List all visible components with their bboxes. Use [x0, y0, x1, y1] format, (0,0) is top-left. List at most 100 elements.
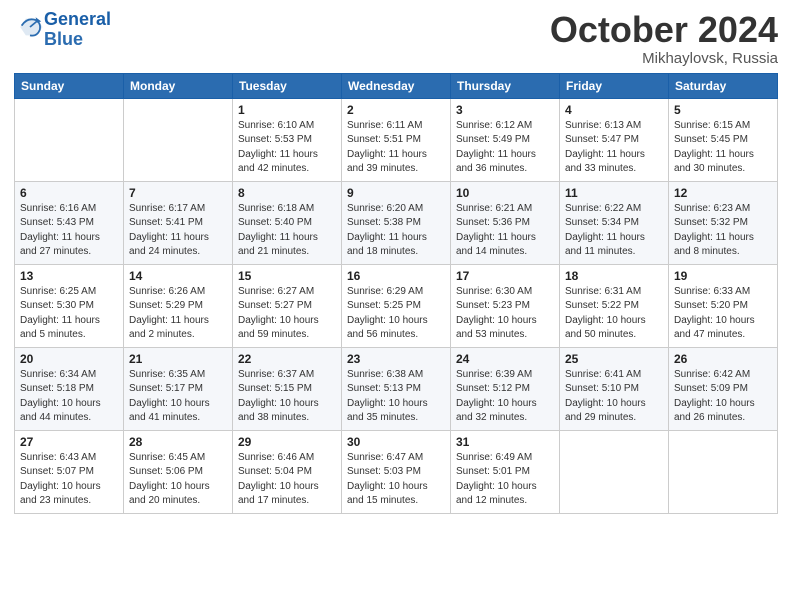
day-info: Sunrise: 6:41 AMSunset: 5:10 PMDaylight:…	[565, 368, 663, 426]
table-row: 6Sunrise: 6:16 AMSunset: 5:43 PMDaylight…	[15, 181, 124, 264]
day-info: Sunrise: 6:45 AMSunset: 5:06 PMDaylight:…	[129, 451, 227, 509]
table-row: 18 Sunrise: 6:31 AMSunset: 5:22 PMDayligh…	[560, 264, 669, 347]
day-info: Sunrise: 6:13 AMSunset: 5:47 PMDaylight:…	[565, 119, 663, 177]
page-container: General Blue October 2024 Mikhaylovsk, R…	[0, 0, 792, 520]
table-row: 3 Sunrise: 6:12 AMSunset: 5:49 PMDaylight…	[451, 98, 560, 181]
day-number: 3	[456, 103, 554, 117]
day-number: 25	[565, 352, 663, 366]
day-info: Sunrise: 6:38 AMSunset: 5:13 PMDaylight:…	[347, 368, 445, 426]
day-info: Sunrise: 6:26 AMSunset: 5:29 PMDaylight:…	[129, 285, 227, 343]
table-row: 23 Sunrise: 6:38 AMSunset: 5:13 PMDayligh…	[342, 347, 451, 430]
logo-icon	[16, 13, 44, 41]
day-number: 19	[674, 269, 772, 283]
table-row: 27 Sunrise: 6:43 AMSunset: 5:07 PMDayligh…	[15, 430, 124, 513]
day-info: Sunrise: 6:43 AMSunset: 5:07 PMDaylight:…	[20, 451, 118, 509]
table-row: 1Sunrise: 6:10 AMSunset: 5:53 PMDaylight…	[233, 98, 342, 181]
calendar-week-2: 6Sunrise: 6:16 AMSunset: 5:43 PMDaylight…	[15, 181, 778, 264]
table-row: 4 Sunrise: 6:13 AMSunset: 5:47 PMDaylight…	[560, 98, 669, 181]
calendar-week-3: 13Sunrise: 6:25 AMSunset: 5:30 PMDayligh…	[15, 264, 778, 347]
day-number: 2	[347, 103, 445, 117]
title-block: October 2024 Mikhaylovsk, Russia	[550, 10, 778, 67]
table-row: 19 Sunrise: 6:33 AMSunset: 5:20 PMDayligh…	[669, 264, 778, 347]
table-row: 20Sunrise: 6:34 AMSunset: 5:18 PMDayligh…	[15, 347, 124, 430]
col-wednesday: Wednesday	[342, 73, 451, 98]
table-row: 29Sunrise: 6:46 AMSunset: 5:04 PMDayligh…	[233, 430, 342, 513]
day-number: 22	[238, 352, 336, 366]
table-row: 16 Sunrise: 6:29 AMSunset: 5:25 PMDayligh…	[342, 264, 451, 347]
table-row: 15 Sunrise: 6:27 AMSunset: 5:27 PMDayligh…	[233, 264, 342, 347]
day-number: 5	[674, 103, 772, 117]
day-number: 15	[238, 269, 336, 283]
table-row	[124, 98, 233, 181]
table-row: 26 Sunrise: 6:42 AMSunset: 5:09 PMDayligh…	[669, 347, 778, 430]
table-row: 7 Sunrise: 6:17 AMSunset: 5:41 PMDaylight…	[124, 181, 233, 264]
calendar-table: Sunday Monday Tuesday Wednesday Thursday…	[14, 73, 778, 514]
day-info: Sunrise: 6:12 AMSunset: 5:49 PMDaylight:…	[456, 119, 554, 177]
day-info: Sunrise: 6:49 AMSunset: 5:01 PMDaylight:…	[456, 451, 554, 509]
day-number: 18	[565, 269, 663, 283]
day-number: 26	[674, 352, 772, 366]
day-info: Sunrise: 6:42 AMSunset: 5:09 PMDaylight:…	[674, 368, 772, 426]
table-row	[669, 430, 778, 513]
table-row: 8Sunrise: 6:18 AMSunset: 5:40 PMDaylight…	[233, 181, 342, 264]
day-number: 20	[20, 352, 118, 366]
day-info: Sunrise: 6:31 AMSunset: 5:22 PMDaylight:…	[565, 285, 663, 343]
table-row: 24Sunrise: 6:39 AMSunset: 5:12 PMDayligh…	[451, 347, 560, 430]
table-row: 5 Sunrise: 6:15 AMSunset: 5:45 PMDaylight…	[669, 98, 778, 181]
day-number: 12	[674, 186, 772, 200]
calendar-header-row: Sunday Monday Tuesday Wednesday Thursday…	[15, 73, 778, 98]
table-row: 25 Sunrise: 6:41 AMSunset: 5:10 PMDayligh…	[560, 347, 669, 430]
table-row: 13Sunrise: 6:25 AMSunset: 5:30 PMDayligh…	[15, 264, 124, 347]
day-number: 4	[565, 103, 663, 117]
table-row: 28Sunrise: 6:45 AMSunset: 5:06 PMDayligh…	[124, 430, 233, 513]
day-number: 31	[456, 435, 554, 449]
table-row: 11Sunrise: 6:22 AMSunset: 5:34 PMDayligh…	[560, 181, 669, 264]
day-number: 23	[347, 352, 445, 366]
table-row: 10 Sunrise: 6:21 AMSunset: 5:36 PMDayligh…	[451, 181, 560, 264]
table-row	[560, 430, 669, 513]
day-info: Sunrise: 6:29 AMSunset: 5:25 PMDaylight:…	[347, 285, 445, 343]
day-number: 21	[129, 352, 227, 366]
day-info: Sunrise: 6:27 AMSunset: 5:27 PMDaylight:…	[238, 285, 336, 343]
day-number: 10	[456, 186, 554, 200]
day-info: Sunrise: 6:18 AMSunset: 5:40 PMDaylight:…	[238, 202, 336, 260]
table-row: 14 Sunrise: 6:26 AMSunset: 5:29 PMDayligh…	[124, 264, 233, 347]
table-row: 17Sunrise: 6:30 AMSunset: 5:23 PMDayligh…	[451, 264, 560, 347]
logo-general: General	[44, 9, 111, 29]
calendar-week-5: 27 Sunrise: 6:43 AMSunset: 5:07 PMDayligh…	[15, 430, 778, 513]
logo-text: General Blue	[44, 10, 111, 50]
day-number: 1	[238, 103, 336, 117]
day-info: Sunrise: 6:37 AMSunset: 5:15 PMDaylight:…	[238, 368, 336, 426]
month-title: October 2024	[550, 10, 778, 50]
col-saturday: Saturday	[669, 73, 778, 98]
day-info: Sunrise: 6:35 AMSunset: 5:17 PMDaylight:…	[129, 368, 227, 426]
col-friday: Friday	[560, 73, 669, 98]
day-info: Sunrise: 6:46 AMSunset: 5:04 PMDaylight:…	[238, 451, 336, 509]
day-number: 17	[456, 269, 554, 283]
day-info: Sunrise: 6:17 AMSunset: 5:41 PMDaylight:…	[129, 202, 227, 260]
day-info: Sunrise: 6:16 AMSunset: 5:43 PMDaylight:…	[20, 202, 118, 260]
table-row: 31 Sunrise: 6:49 AMSunset: 5:01 PMDayligh…	[451, 430, 560, 513]
logo: General Blue	[14, 10, 111, 50]
day-number: 13	[20, 269, 118, 283]
day-info: Sunrise: 6:20 AMSunset: 5:38 PMDaylight:…	[347, 202, 445, 260]
day-number: 24	[456, 352, 554, 366]
header-row: General Blue October 2024 Mikhaylovsk, R…	[14, 10, 778, 67]
day-number: 14	[129, 269, 227, 283]
day-info: Sunrise: 6:47 AMSunset: 5:03 PMDaylight:…	[347, 451, 445, 509]
day-number: 7	[129, 186, 227, 200]
table-row: 2 Sunrise: 6:11 AMSunset: 5:51 PMDaylight…	[342, 98, 451, 181]
day-info: Sunrise: 6:11 AMSunset: 5:51 PMDaylight:…	[347, 119, 445, 177]
table-row: 9Sunrise: 6:20 AMSunset: 5:38 PMDaylight…	[342, 181, 451, 264]
day-info: Sunrise: 6:22 AMSunset: 5:34 PMDaylight:…	[565, 202, 663, 260]
day-info: Sunrise: 6:33 AMSunset: 5:20 PMDaylight:…	[674, 285, 772, 343]
day-info: Sunrise: 6:21 AMSunset: 5:36 PMDaylight:…	[456, 202, 554, 260]
calendar-week-4: 20Sunrise: 6:34 AMSunset: 5:18 PMDayligh…	[15, 347, 778, 430]
day-number: 27	[20, 435, 118, 449]
day-number: 16	[347, 269, 445, 283]
table-row	[15, 98, 124, 181]
table-row: 30Sunrise: 6:47 AMSunset: 5:03 PMDayligh…	[342, 430, 451, 513]
day-info: Sunrise: 6:15 AMSunset: 5:45 PMDaylight:…	[674, 119, 772, 177]
col-monday: Monday	[124, 73, 233, 98]
table-row: 21 Sunrise: 6:35 AMSunset: 5:17 PMDayligh…	[124, 347, 233, 430]
